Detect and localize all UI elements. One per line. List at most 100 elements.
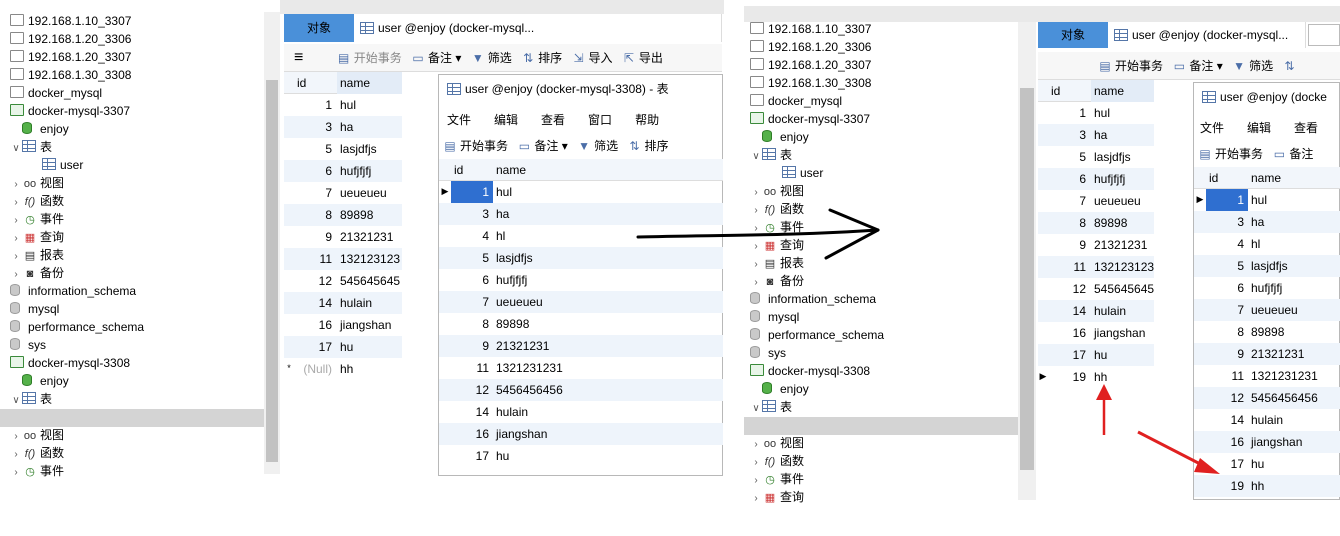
sort-button[interactable]: ⇅: [1282, 53, 1299, 79]
right-tree-item[interactable]: docker-mysql-3307: [750, 110, 870, 128]
cell-id[interactable]: 8: [294, 204, 336, 226]
cell-id[interactable]: 9: [451, 335, 493, 357]
menu-help[interactable]: 帮助: [635, 111, 659, 128]
cell-id[interactable]: 5: [1048, 146, 1090, 168]
menu-edit[interactable]: 编辑: [494, 111, 518, 128]
right-tree-item[interactable]: ∨ 表: [750, 398, 792, 416]
column-header-name[interactable]: name: [1248, 167, 1328, 189]
tab-user-right[interactable]: user @enjoy (docker-mysql...: [1110, 22, 1306, 48]
cell-id[interactable]: 3: [1048, 124, 1090, 146]
cell-name[interactable]: 5456456456: [1248, 387, 1338, 409]
cell-id[interactable]: 1: [451, 181, 493, 203]
left-tree-item[interactable]: 192.168.1.20_3307: [10, 48, 131, 66]
popup-title-bar[interactable]: user @enjoy (docker-mysql-3308) - 表: [439, 75, 723, 103]
right-tree-item[interactable]: 192.168.1.20_3307: [750, 56, 871, 74]
memo-button[interactable]: ▭ 备注: [1272, 141, 1314, 167]
cell-id[interactable]: 12: [451, 379, 493, 401]
cell-name[interactable]: hh: [1248, 475, 1338, 497]
cell-name[interactable]: 21321231: [1091, 234, 1154, 256]
sort-button[interactable]: ⇅ 排序: [521, 45, 562, 71]
import-button[interactable]: ⇲ 导入: [571, 45, 612, 71]
right-tree-item[interactable]: 192.168.1.10_3307: [750, 20, 871, 38]
cell-id[interactable]: 6: [1206, 277, 1248, 299]
left-tree-item[interactable]: › ◷ 事件: [10, 462, 64, 480]
cell-id[interactable]: 9: [294, 226, 336, 248]
right-tree-item[interactable]: › f() 函数: [750, 452, 804, 470]
cell-name[interactable]: 89898: [1091, 212, 1154, 234]
left-tree-item[interactable]: performance_schema: [10, 318, 144, 336]
tab-objects-right[interactable]: 对象: [1038, 22, 1108, 48]
cell-id[interactable]: 17: [451, 445, 493, 467]
cell-name[interactable]: 1321231231: [493, 357, 693, 379]
cell-id[interactable]: 16: [1048, 322, 1090, 344]
cell-name[interactable]: 545645645: [337, 270, 402, 292]
cell-id[interactable]: 7: [451, 291, 493, 313]
cell-id[interactable]: 17: [294, 336, 336, 358]
cell-id[interactable]: 16: [451, 423, 493, 445]
cell-id[interactable]: 1: [1206, 189, 1248, 211]
cell-id[interactable]: 1: [1048, 102, 1090, 124]
begin-transaction-button[interactable]: ▤ 开始事务: [1098, 53, 1163, 79]
memo-button[interactable]: ▭ 备注 ▾: [517, 133, 568, 159]
cell-name[interactable]: 89898: [1248, 321, 1338, 343]
right-tree-item[interactable]: › oo 视图: [750, 182, 804, 200]
cell-name[interactable]: 89898: [493, 313, 693, 335]
chevron-down-icon[interactable]: ∨: [10, 140, 22, 158]
left-tree-item[interactable]: docker-mysql-3307: [10, 102, 130, 120]
cell-id[interactable]: 11: [294, 248, 336, 270]
cell-name[interactable]: hulain: [493, 401, 693, 423]
cell-name[interactable]: jiangshan: [337, 314, 402, 336]
cell-id[interactable]: 3: [294, 116, 336, 138]
filter-button[interactable]: ▼ 筛选: [577, 133, 618, 159]
cell-id[interactable]: 17: [1048, 344, 1090, 366]
memo-button[interactable]: ▭ 备注 ▾: [1172, 53, 1223, 79]
popup-title-bar[interactable]: user @enjoy (docke: [1194, 83, 1340, 111]
cell-name[interactable]: ha: [1091, 124, 1154, 146]
cell-name[interactable]: 89898: [337, 204, 402, 226]
cell-name[interactable]: hufjfjfj: [337, 160, 402, 182]
cell-id[interactable]: 1: [294, 94, 336, 116]
cell-name[interactable]: hufjfjfj: [493, 269, 693, 291]
left-tree-item[interactable]: › ▤ 报表: [10, 246, 64, 264]
export-button[interactable]: ⇱ 导出: [622, 45, 663, 71]
cell-id[interactable]: 14: [451, 401, 493, 423]
cell-name[interactable]: hulain: [337, 292, 402, 314]
cell-id[interactable]: 12: [1048, 278, 1090, 300]
left-tree-item[interactable]: mysql: [10, 300, 59, 318]
left-tree-item[interactable]: ∨ 表: [10, 390, 52, 408]
right-tree-item[interactable]: › ▦ 查询: [750, 488, 804, 506]
left-tree-item[interactable]: user: [30, 156, 83, 174]
right-tree-item[interactable]: user: [770, 164, 823, 182]
right-tree-scroll-thumb[interactable]: [1020, 88, 1034, 470]
cell-id[interactable]: 9: [1048, 234, 1090, 256]
cell-id[interactable]: 4: [1206, 233, 1248, 255]
right-tree-item[interactable]: enjoy: [750, 380, 809, 398]
cell-id[interactable]: 16: [294, 314, 336, 336]
cell-id[interactable]: 6: [294, 160, 336, 182]
left-tree-item[interactable]: › oo 视图: [10, 426, 64, 444]
left-tree-item[interactable]: enjoy: [10, 120, 69, 138]
cell-name[interactable]: 21321231: [493, 335, 693, 357]
sort-button[interactable]: ⇅ 排序: [627, 133, 668, 159]
chevron-down-icon[interactable]: ∨: [750, 400, 762, 418]
menu-view[interactable]: 查看: [541, 111, 565, 128]
right-tree-item[interactable]: information_schema: [750, 290, 876, 308]
cell-name[interactable]: jiangshan: [493, 423, 693, 445]
cell-name[interactable]: ueueueu: [1248, 299, 1338, 321]
cell-id[interactable]: 11: [1048, 256, 1090, 278]
right-tree-item[interactable]: docker_mysql: [750, 92, 842, 110]
cell-id[interactable]: 4: [451, 225, 493, 247]
filter-button[interactable]: ▼ 筛选: [471, 45, 512, 71]
cell-id[interactable]: 5: [451, 247, 493, 269]
cell-name[interactable]: ha: [1248, 211, 1338, 233]
right-tree-item[interactable]: performance_schema: [750, 326, 884, 344]
cell-id[interactable]: 7: [1206, 299, 1248, 321]
right-tree-item[interactable]: › f() 函数: [750, 200, 804, 218]
cell-name[interactable]: lasjdfjs: [1248, 255, 1338, 277]
filter-button[interactable]: ▼ 筛选: [1232, 53, 1273, 79]
left-tree-item[interactable]: docker_mysql: [10, 84, 102, 102]
chevron-down-icon[interactable]: ∨: [10, 392, 22, 410]
chevron-down-icon[interactable]: ∨: [750, 148, 762, 166]
cell-id[interactable]: 3: [451, 203, 493, 225]
cell-name[interactable]: 545645645: [1091, 278, 1154, 300]
